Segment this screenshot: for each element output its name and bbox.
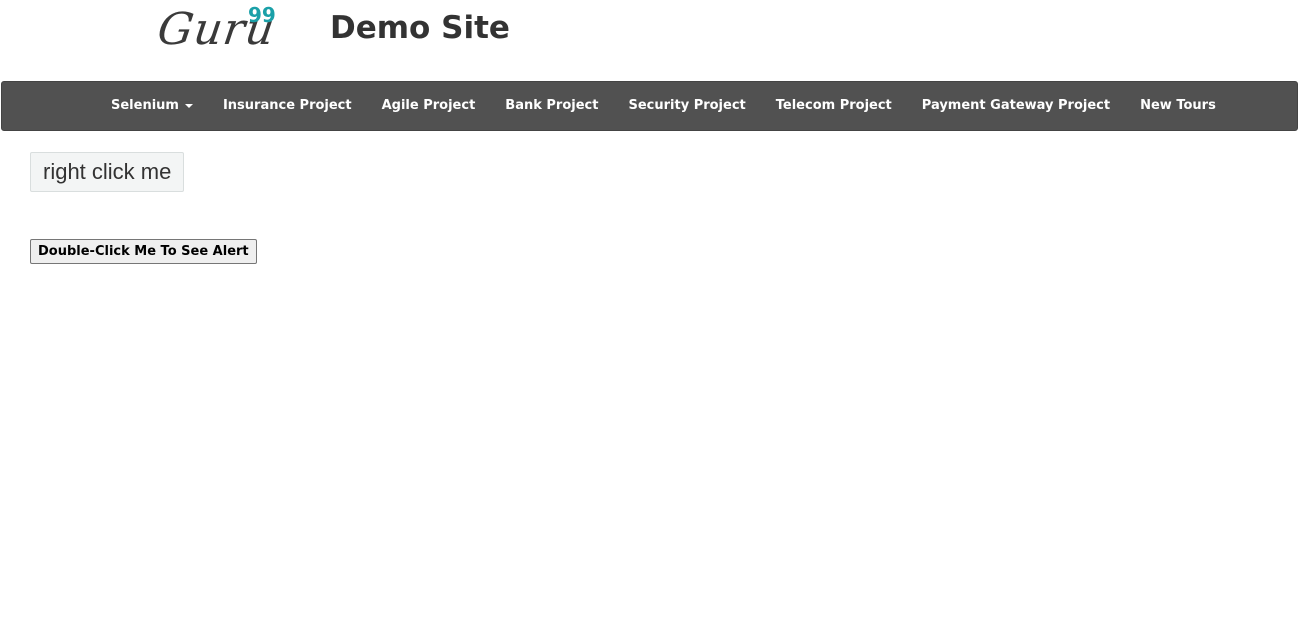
double-click-alert-button[interactable]: Double-Click Me To See Alert [30, 239, 257, 264]
nav-item-selenium[interactable]: Selenium [96, 82, 208, 130]
caret-down-icon [184, 103, 193, 108]
nav-item-security-project[interactable]: Security Project [613, 82, 760, 130]
guru99-logo[interactable]: Guru 99 [154, 3, 278, 56]
nav-item-payment-gateway-project[interactable]: Payment Gateway Project [907, 82, 1125, 130]
site-header: Guru 99 Demo Site [0, 0, 1299, 81]
main-navbar: Selenium Insurance Project Agile Project… [1, 81, 1298, 131]
right-click-me-button[interactable]: right click me [30, 152, 185, 192]
nav-item-label: Selenium [111, 98, 179, 113]
nav-item-new-tours[interactable]: New Tours [1125, 82, 1231, 130]
nav-item-bank-project[interactable]: Bank Project [490, 82, 613, 130]
nav-list: Selenium Insurance Project Agile Project… [96, 82, 1231, 130]
nav-item-insurance-project[interactable]: Insurance Project [208, 82, 367, 130]
site-title: Demo Site [330, 10, 510, 46]
nav-item-agile-project[interactable]: Agile Project [367, 82, 491, 130]
logo-superscript: 99 [248, 3, 276, 27]
nav-item-telecom-project[interactable]: Telecom Project [761, 82, 907, 130]
